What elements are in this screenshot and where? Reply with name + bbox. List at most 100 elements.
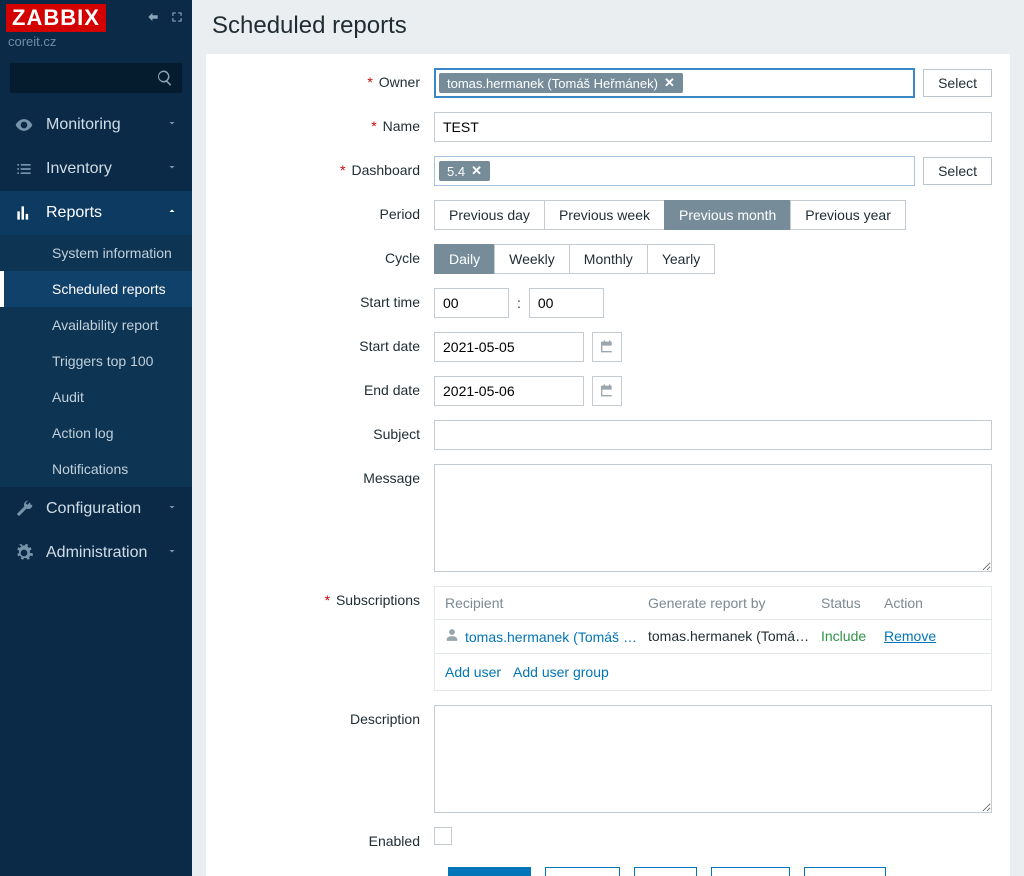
time-separator: : <box>517 295 521 311</box>
fullscreen-icon[interactable] <box>170 10 184 27</box>
row-subscriptions: * Subscriptions Recipient Generate repor… <box>224 586 992 691</box>
nav-inventory-label: Inventory <box>46 160 112 178</box>
list-icon <box>14 159 34 179</box>
chevron-down-icon <box>166 500 178 518</box>
name-input[interactable] <box>434 112 992 142</box>
start-hour-input[interactable] <box>434 288 509 318</box>
cycle-option-monthly[interactable]: Monthly <box>569 244 648 274</box>
table-row: tomas.hermanek (Tomáš … tomas.hermanek (… <box>435 620 991 653</box>
row-description: Description <box>224 705 992 813</box>
nav-inventory[interactable]: Inventory <box>0 147 192 191</box>
dashboard-pill-remove-icon[interactable]: ✕ <box>471 163 482 179</box>
subs-header-recipient: Recipient <box>445 595 640 611</box>
owner-select-button[interactable]: Select <box>923 69 992 97</box>
cycle-option-daily[interactable]: Daily <box>434 244 495 274</box>
sidebar: ZABBIX coreit.cz Monitoring Inventory Re… <box>0 0 192 876</box>
row-name: * Name <box>224 112 992 142</box>
subs-status-cell[interactable]: Include <box>821 628 876 645</box>
row-dashboard: * Dashboard 5.4 ✕ Select <box>224 156 992 186</box>
subs-recipient-text: tomas.hermanek (Tomáš … <box>465 629 637 645</box>
start-minute-input[interactable] <box>529 288 604 318</box>
logo[interactable]: ZABBIX <box>6 4 106 32</box>
owner-pill: tomas.hermanek (Tomáš Heřmánek) ✕ <box>439 73 683 93</box>
form-card: * Owner tomas.hermanek (Tomáš Heřmánek) … <box>206 54 1010 876</box>
nav-sub-notifications[interactable]: Notifications <box>0 451 192 487</box>
period-option-previous-month[interactable]: Previous month <box>664 200 791 230</box>
period-option-previous-day[interactable]: Previous day <box>434 200 545 230</box>
start-date-calendar-button[interactable] <box>592 332 622 362</box>
nav-monitoring[interactable]: Monitoring <box>0 103 192 147</box>
end-date-input[interactable] <box>434 376 584 406</box>
nav-administration[interactable]: Administration <box>0 531 192 575</box>
label-dashboard: * Dashboard <box>224 156 434 178</box>
period-option-previous-year[interactable]: Previous year <box>790 200 906 230</box>
message-textarea[interactable] <box>434 464 992 572</box>
subject-input[interactable] <box>434 420 992 450</box>
cycle-option-yearly[interactable]: Yearly <box>647 244 715 274</box>
nav-configuration[interactable]: Configuration <box>0 487 192 531</box>
period-option-previous-week[interactable]: Previous week <box>544 200 665 230</box>
clone-button[interactable]: Clone <box>545 867 620 876</box>
row-end-date: End date <box>224 376 992 406</box>
label-subscriptions: * Subscriptions <box>224 586 434 608</box>
add-user-link[interactable]: Add user <box>445 664 501 680</box>
subs-header-action: Action <box>884 595 944 611</box>
row-start-time: Start time : <box>224 288 992 318</box>
update-button[interactable]: Update <box>448 867 531 876</box>
main: Scheduled reports * Owner tomas.hermanek… <box>192 0 1024 876</box>
row-message: Message <box>224 464 992 572</box>
chevron-down-icon <box>166 116 178 134</box>
chevron-up-icon <box>166 204 178 222</box>
label-message: Message <box>224 464 434 486</box>
nav-sub-audit[interactable]: Audit <box>0 379 192 415</box>
nav-sub-action-log[interactable]: Action log <box>0 415 192 451</box>
cycle-segmented: DailyWeeklyMonthlyYearly <box>434 244 715 274</box>
nav-sub-triggers-top-100[interactable]: Triggers top 100 <box>0 343 192 379</box>
subs-actions: Add user Add user group <box>435 653 991 690</box>
row-period: Period Previous dayPrevious weekPrevious… <box>224 200 992 230</box>
bar-chart-icon <box>14 203 34 223</box>
gear-icon <box>14 543 34 563</box>
dashboard-pill: 5.4 ✕ <box>439 161 490 181</box>
nav-reports-sub: System information Scheduled reports Ava… <box>0 235 192 487</box>
subs-generated-by-cell: tomas.hermanek (Tomáš … <box>648 628 813 645</box>
nav-sub-scheduled-reports[interactable]: Scheduled reports <box>0 271 192 307</box>
nav-monitoring-label: Monitoring <box>46 116 121 134</box>
cycle-option-weekly[interactable]: Weekly <box>494 244 570 274</box>
label-name: * Name <box>224 112 434 134</box>
description-textarea[interactable] <box>434 705 992 813</box>
dashboard-pill-label: 5.4 <box>447 164 465 179</box>
subs-header-generated-by: Generate report by <box>648 595 813 611</box>
search-icon[interactable] <box>156 69 174 90</box>
collapse-icon[interactable] <box>146 10 160 27</box>
owner-multiselect[interactable]: tomas.hermanek (Tomáš Heřmánek) ✕ <box>434 68 915 98</box>
enabled-checkbox[interactable] <box>434 827 452 845</box>
label-enabled: Enabled <box>224 827 434 849</box>
row-subject: Subject <box>224 420 992 450</box>
nav-reports-label: Reports <box>46 204 102 222</box>
sidebar-top-icons <box>146 10 184 27</box>
wrench-icon <box>14 499 34 519</box>
calendar-icon <box>599 339 615 355</box>
cancel-button[interactable]: Cancel <box>804 867 886 876</box>
label-start-time: Start time <box>224 288 434 310</box>
nav-configuration-label: Configuration <box>46 500 141 518</box>
subs-recipient-cell[interactable]: tomas.hermanek (Tomáš … <box>445 628 640 645</box>
dashboard-select-button[interactable]: Select <box>923 157 992 185</box>
dashboard-multiselect[interactable]: 5.4 ✕ <box>434 156 915 186</box>
calendar-icon <box>599 383 615 399</box>
nav-administration-label: Administration <box>46 544 147 562</box>
start-date-input[interactable] <box>434 332 584 362</box>
delete-button[interactable]: Delete <box>711 867 789 876</box>
test-button[interactable]: Test <box>634 867 698 876</box>
nav-reports[interactable]: Reports <box>0 191 192 235</box>
eye-icon <box>14 115 34 135</box>
row-cycle: Cycle DailyWeeklyMonthlyYearly <box>224 244 992 274</box>
end-date-calendar-button[interactable] <box>592 376 622 406</box>
row-enabled: Enabled <box>224 827 992 849</box>
subs-remove-link[interactable]: Remove <box>884 628 944 645</box>
nav-sub-availability-report[interactable]: Availability report <box>0 307 192 343</box>
nav-sub-system-information[interactable]: System information <box>0 235 192 271</box>
owner-pill-remove-icon[interactable]: ✕ <box>664 75 675 91</box>
add-user-group-link[interactable]: Add user group <box>513 664 609 680</box>
